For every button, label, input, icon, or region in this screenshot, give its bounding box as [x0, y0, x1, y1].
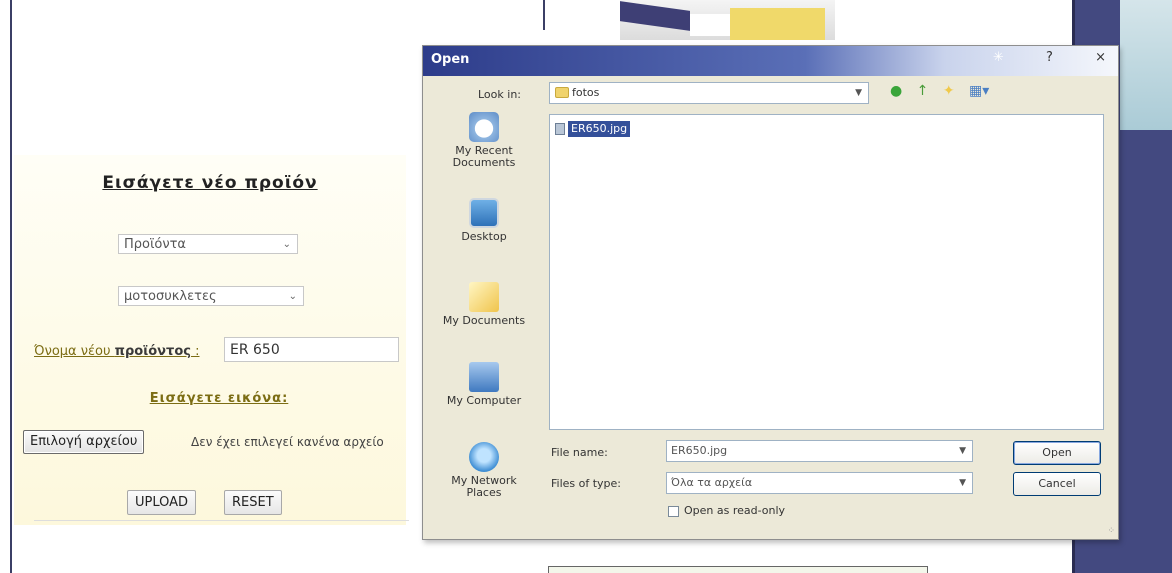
header-image-laptop: [620, 1, 690, 31]
subcategory-select[interactable]: μοτοσυκλετες ⌄: [118, 286, 304, 306]
back-icon[interactable]: ●: [890, 83, 902, 99]
my-documents-icon: [469, 282, 499, 312]
look-in-label: Look in:: [478, 88, 521, 101]
new-folder-icon[interactable]: ✦: [943, 83, 955, 99]
swirl-icon: ✳: [993, 50, 1004, 65]
admin-panel: Εισάγετε νέο προϊόν Προϊόντα ⌄ μοτοσυκλε…: [0, 0, 420, 573]
view-menu-icon[interactable]: ▦▾: [969, 83, 989, 99]
recent-documents-icon: [469, 112, 499, 142]
header-image: [620, 0, 835, 40]
right-thumbnail-image: [1120, 0, 1172, 130]
image-label: Εισάγετε εικόνα:: [149, 391, 289, 406]
image-file-icon: [555, 123, 565, 135]
read-only-option[interactable]: Open as read-only: [668, 504, 785, 517]
file-status-text: Δεν έχει επιλεγεί κανένα αρχείο: [191, 435, 384, 449]
category-select[interactable]: Προϊόντα ⌄: [118, 234, 298, 254]
product-name-label: Όνομα νέου προϊόντος :: [34, 344, 199, 359]
product-name-input[interactable]: ER 650: [224, 337, 399, 362]
page-divider: [543, 0, 545, 30]
place-network[interactable]: My Network Places: [439, 442, 529, 499]
file-name-label: File name:: [551, 446, 608, 459]
places-bar: My Recent Documents Desktop My Documents…: [439, 112, 529, 522]
help-button[interactable]: ?: [1046, 50, 1053, 65]
desktop-icon: [469, 198, 499, 228]
open-file-dialog: Open ✳ ? × Look in: fotos ▼ ● ↑ ✦ ▦▾ My …: [422, 45, 1119, 540]
files-of-type-value: Όλα τα αρχεία: [671, 476, 753, 489]
new-product-form: Εισάγετε νέο προϊόν Προϊόντα ⌄ μοτοσυκλε…: [14, 155, 409, 525]
dialog-title: Open: [431, 52, 470, 67]
up-folder-icon[interactable]: ↑: [917, 83, 929, 99]
dialog-titlebar[interactable]: Open ✳ ? ×: [423, 46, 1118, 76]
file-name-input[interactable]: ER650.jpg ▼: [666, 440, 973, 462]
product-name-label-suffix: :: [190, 344, 200, 359]
resize-grip-icon[interactable]: ⁘: [1107, 526, 1115, 536]
list-item[interactable]: ER650.jpg: [555, 121, 631, 137]
look-in-value: fotos: [572, 86, 600, 99]
place-my-documents[interactable]: My Documents: [439, 282, 529, 327]
open-button[interactable]: Open: [1013, 441, 1101, 465]
product-name-label-bold: προϊόντος: [114, 344, 191, 359]
place-label: Desktop: [461, 230, 507, 243]
folder-icon: [555, 87, 569, 98]
chevron-down-icon: ⌄: [282, 239, 291, 250]
chevron-down-icon: ⌄: [288, 291, 297, 302]
place-recent-documents[interactable]: My Recent Documents: [439, 112, 529, 169]
files-of-type-label: Files of type:: [551, 477, 622, 490]
upload-button[interactable]: UPLOAD: [127, 490, 197, 515]
network-places-icon: [469, 442, 499, 472]
bottom-content-box: [548, 566, 928, 573]
place-my-computer[interactable]: My Computer: [439, 362, 529, 407]
read-only-checkbox[interactable]: [668, 505, 679, 517]
header-image-notepad: [690, 14, 730, 36]
titlebar-controls: ✳ ? ×: [955, 50, 1106, 65]
files-of-type-select[interactable]: Όλα τα αρχεία ▼: [666, 472, 973, 494]
form-divider: [34, 520, 409, 521]
choose-file-button[interactable]: Επιλογή αρχείου: [23, 430, 145, 454]
file-name-value: ER650.jpg: [671, 444, 728, 457]
place-desktop[interactable]: Desktop: [439, 198, 529, 243]
file-list[interactable]: ER650.jpg: [549, 114, 1104, 430]
file-name: ER650.jpg: [568, 121, 631, 137]
place-label: My Network Places: [451, 474, 517, 499]
form-title: Εισάγετε νέο προϊόν: [102, 173, 318, 193]
dialog-toolbar: ● ↑ ✦ ▦▾: [890, 83, 999, 99]
look-in-select[interactable]: fotos ▼: [549, 82, 869, 104]
reset-button[interactable]: RESET: [224, 490, 282, 515]
category-select-value: Προϊόντα: [124, 237, 186, 252]
product-name-label-prefix: Όνομα νέου: [34, 344, 115, 359]
chevron-down-icon: ▼: [959, 446, 966, 456]
close-button[interactable]: ×: [1095, 50, 1106, 65]
chevron-down-icon: ▼: [959, 478, 966, 488]
my-computer-icon: [469, 362, 499, 392]
place-label: My Recent Documents: [452, 144, 516, 169]
place-label: My Computer: [446, 394, 522, 407]
chevron-down-icon: ▼: [855, 88, 862, 98]
place-label: My Documents: [442, 314, 526, 327]
subcategory-select-value: μοτοσυκλετες: [124, 289, 217, 304]
read-only-label: Open as read-only: [684, 504, 786, 517]
cancel-button[interactable]: Cancel: [1013, 472, 1101, 496]
header-image-sticky: [730, 8, 825, 40]
